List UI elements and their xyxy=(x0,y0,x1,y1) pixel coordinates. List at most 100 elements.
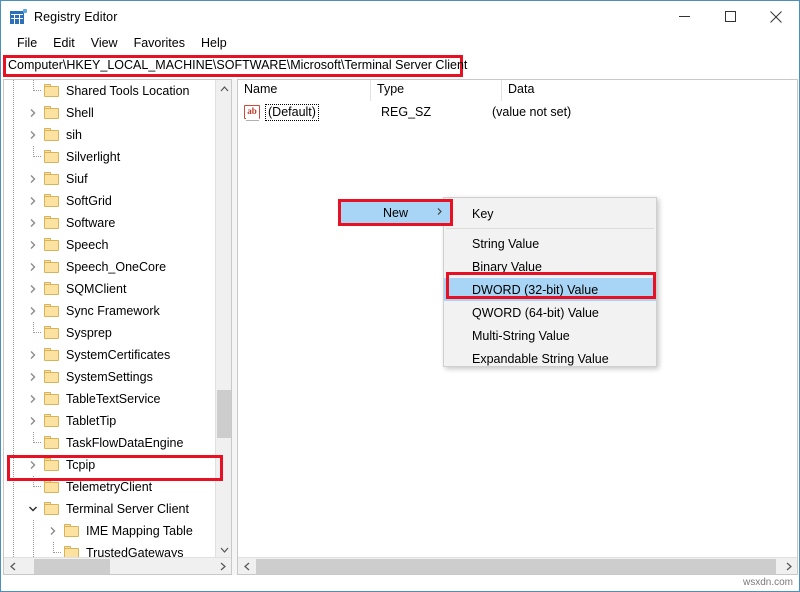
scroll-down-button[interactable] xyxy=(216,541,232,558)
tree-item-label: SoftGrid xyxy=(66,194,116,208)
folder-icon xyxy=(44,502,61,516)
window-controls xyxy=(661,1,799,32)
menu-file[interactable]: File xyxy=(9,35,45,52)
folder-icon xyxy=(44,216,61,230)
column-header-type[interactable]: Type xyxy=(371,80,502,101)
menu-help[interactable]: Help xyxy=(193,35,235,52)
tree-item-label: Speech xyxy=(66,238,112,252)
tree-horizontal-scrollbar[interactable] xyxy=(4,557,231,574)
tree-item-label: Sysprep xyxy=(66,326,116,340)
registry-tree-pane[interactable]: Shared Tools Location Shell sihSilverlight… xyxy=(3,79,232,575)
tree-item-siuf[interactable]: Siuf xyxy=(4,168,215,190)
tree-item-taskflowdataengine[interactable]: TaskFlowDataEngine xyxy=(4,432,215,454)
values-scroll-right-button[interactable] xyxy=(780,558,797,574)
menu-favorites[interactable]: Favorites xyxy=(126,35,193,52)
tree-vertical-scroll-thumb[interactable] xyxy=(217,390,231,438)
context-menu-new-item[interactable]: New xyxy=(338,199,453,226)
tree-item-tabletextservice[interactable]: TableTextService xyxy=(4,388,215,410)
new-submenu[interactable]: Key String Value Binary Value DWORD (32-… xyxy=(443,197,657,367)
chevron-right-icon[interactable] xyxy=(28,218,37,227)
tree-item-label: Tcpip xyxy=(66,458,99,472)
submenu-separator xyxy=(446,228,654,229)
column-header-data[interactable]: Data xyxy=(502,80,797,101)
chevron-right-icon[interactable] xyxy=(28,350,37,359)
tree-item-systemcertificates[interactable]: SystemCertificates xyxy=(4,344,215,366)
chevron-right-icon[interactable] xyxy=(28,196,37,205)
maximize-button[interactable] xyxy=(707,1,753,32)
close-button[interactable] xyxy=(753,1,799,32)
tree-item-terminal-server-client[interactable]: Terminal Server Client xyxy=(4,498,215,520)
tree-vertical-scrollbar[interactable] xyxy=(215,80,231,558)
tree-item-sysprep[interactable]: Sysprep xyxy=(4,322,215,344)
chevron-right-icon[interactable] xyxy=(28,174,37,183)
chevron-right-icon[interactable] xyxy=(28,394,37,403)
tree-item-speech[interactable]: Speech xyxy=(4,234,215,256)
chevron-right-icon[interactable] xyxy=(28,306,37,315)
address-bar[interactable]: Computer\HKEY_LOCAL_MACHINE\SOFTWARE\Mic… xyxy=(3,55,463,77)
values-horizontal-scrollbar[interactable] xyxy=(238,557,797,574)
registry-editor-window: Registry Editor File Edit Vi xyxy=(0,0,800,592)
column-header-name[interactable]: Name xyxy=(238,80,371,101)
tree-item-sih[interactable]: sih xyxy=(4,124,215,146)
tree-item-label: SystemSettings xyxy=(66,370,157,384)
chevron-right-icon[interactable] xyxy=(28,460,37,469)
tree-item-tablettip[interactable]: TabletTip xyxy=(4,410,215,432)
tree-item-trustedgateways[interactable]: TrustedGateways xyxy=(4,542,215,558)
tree-item-label: Shell xyxy=(66,106,98,120)
tree-item-silverlight[interactable]: Silverlight xyxy=(4,146,215,168)
chevron-right-icon[interactable] xyxy=(28,240,37,249)
tree-item-software[interactable]: Software xyxy=(4,212,215,234)
tree-item-ime-mapping-table[interactable]: IME Mapping Table xyxy=(4,520,215,542)
tree-item-sqmclient[interactable]: SQMClient xyxy=(4,278,215,300)
submenu-item-binary-value[interactable]: Binary Value xyxy=(444,255,656,278)
submenu-item-qword-64bit-value[interactable]: QWORD (64-bit) Value xyxy=(444,301,656,324)
chevron-right-icon[interactable] xyxy=(28,372,37,381)
folder-icon xyxy=(44,282,61,296)
tree-item-shell[interactable]: Shell xyxy=(4,102,215,124)
tree-item-systemsettings[interactable]: SystemSettings xyxy=(4,366,215,388)
folder-icon xyxy=(44,150,61,164)
values-horizontal-scroll-thumb[interactable] xyxy=(256,559,776,574)
scroll-right-button[interactable] xyxy=(214,558,231,574)
tree-item-sync-framework[interactable]: Sync Framework xyxy=(4,300,215,322)
scroll-left-button[interactable] xyxy=(4,558,21,574)
chevron-up-icon xyxy=(220,86,229,92)
tree-item-softgrid[interactable]: SoftGrid xyxy=(4,190,215,212)
submenu-item-multi-string-value[interactable]: Multi-String Value xyxy=(444,324,656,347)
chevron-down-icon xyxy=(220,547,229,553)
tree-item-tcpip[interactable]: Tcpip xyxy=(4,454,215,476)
submenu-item-dword-32bit-value[interactable]: DWORD (32-bit) Value xyxy=(444,278,656,301)
tree-item-shared-tools-location[interactable]: Shared Tools Location xyxy=(4,80,215,102)
tree-horizontal-scroll-thumb[interactable] xyxy=(34,559,110,574)
chevron-left-icon xyxy=(244,562,250,571)
window-title: Registry Editor xyxy=(34,10,117,24)
chevron-right-icon[interactable] xyxy=(28,130,37,139)
submenu-item-expandable-string-value[interactable]: Expandable String Value xyxy=(444,347,656,370)
tree-item-label: TabletTip xyxy=(66,414,120,428)
new-item-label: New xyxy=(383,206,408,220)
chevron-right-icon[interactable] xyxy=(28,262,37,271)
submenu-item-string-value[interactable]: String Value xyxy=(444,232,656,255)
chevron-right-icon[interactable] xyxy=(28,416,37,425)
chevron-down-icon[interactable] xyxy=(28,504,37,513)
chevron-right-icon[interactable] xyxy=(28,108,37,117)
table-row[interactable]: ab (Default) REG_SZ (value not set) xyxy=(238,102,797,122)
scroll-up-button[interactable] xyxy=(216,80,232,97)
minimize-button[interactable] xyxy=(661,1,707,32)
menu-view[interactable]: View xyxy=(83,35,126,52)
folder-icon xyxy=(64,524,81,538)
chevron-right-icon[interactable] xyxy=(28,284,37,293)
values-scroll-left-button[interactable] xyxy=(238,558,255,574)
registry-tree-list: Shared Tools Location Shell sihSilverlight… xyxy=(4,80,215,558)
chevron-right-icon xyxy=(220,562,226,571)
tree-item-telemetryclient[interactable]: TelemetryClient xyxy=(4,476,215,498)
chevron-right-icon xyxy=(786,562,792,571)
folder-icon xyxy=(44,304,61,318)
tree-item-speech-onecore[interactable]: Speech_OneCore xyxy=(4,256,215,278)
close-icon xyxy=(770,11,782,23)
menu-edit[interactable]: Edit xyxy=(45,35,83,52)
submenu-item-key[interactable]: Key xyxy=(444,202,656,225)
value-name-cell: (Default) xyxy=(263,104,375,121)
tree-item-label: Speech_OneCore xyxy=(66,260,170,274)
chevron-right-icon[interactable] xyxy=(48,526,57,535)
